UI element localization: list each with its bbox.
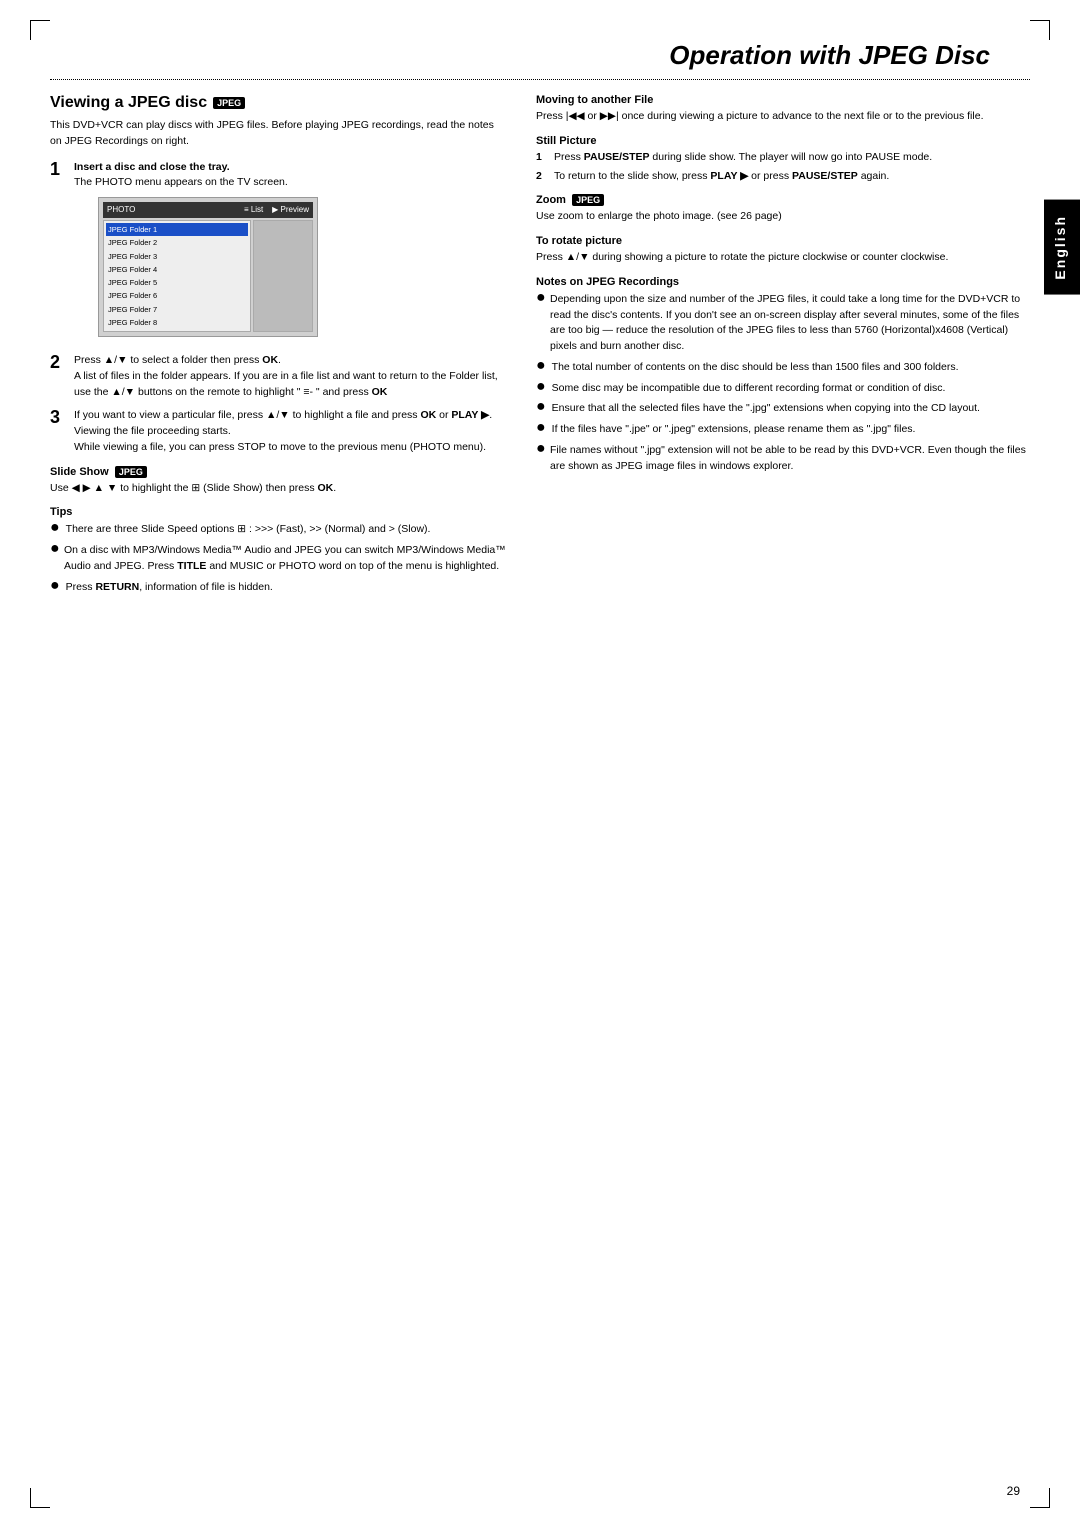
zoom-heading: Zoom JPEG — [536, 194, 1030, 206]
notes-item-6: ● File names without ".jpg" extension wi… — [536, 443, 1030, 475]
notes-item-5: ● If the files have ".jpe" or ".jpeg" ex… — [536, 422, 1030, 438]
menu-item-1: JPEG Folder 1 — [106, 223, 248, 236]
step-3: 3 If you want to view a particular file,… — [50, 408, 506, 455]
menu-header: PHOTO ≡ List ▶ Preview — [103, 202, 313, 218]
tips-item-1: ● There are three Slide Speed options ⊞ … — [50, 522, 506, 538]
still-picture-heading: Still Picture — [536, 135, 1030, 147]
step-2: 2 Press ▲/▼ to select a folder then pres… — [50, 353, 506, 400]
still-step-1-num: 1 — [536, 150, 548, 166]
notes-bullet-6: ● — [536, 441, 544, 475]
notes-heading: Notes on JPEG Recordings — [536, 276, 1030, 288]
notes-list: ● Depending upon the size and number of … — [536, 292, 1030, 475]
menu-header-left: PHOTO — [107, 204, 135, 216]
step-1-body: The PHOTO menu appears on the TV screen. — [74, 176, 288, 188]
notes-bullet-4: ● — [536, 399, 546, 417]
notes-item-2: ● The total number of contents on the di… — [536, 360, 1030, 376]
moving-file-heading: Moving to another File — [536, 94, 1030, 106]
tips-item-2: ● On a disc with MP3/Windows Media™ Audi… — [50, 543, 506, 575]
tips-item-3: ● Press RETURN, information of file is h… — [50, 580, 506, 596]
still-picture-list: 1 Press PAUSE/STEP during slide show. Th… — [536, 150, 1030, 185]
notes-item-3: ● Some disc may be incompatible due to d… — [536, 381, 1030, 397]
jpeg-badge-slideshow: JPEG — [115, 466, 147, 478]
page-number: 29 — [1007, 1484, 1020, 1498]
menu-header-tabs: ≡ List ▶ Preview — [244, 204, 309, 216]
notes-item-6-text: File names without ".jpg" extension will… — [550, 443, 1030, 475]
notes-item-5-text: If the files have ".jpe" or ".jpeg" exte… — [552, 422, 916, 438]
menu-item-5: JPEG Folder 5 — [106, 276, 248, 289]
notes-bullet-1: ● — [536, 290, 544, 355]
right-column: Moving to another File Press |◀◀ or ▶▶| … — [536, 94, 1030, 603]
page-title: Operation with JPEG Disc — [50, 40, 1030, 71]
notes-item-4-text: Ensure that all the selected files have … — [552, 401, 980, 417]
still-step-2: 2 To return to the slide show, press PLA… — [536, 169, 1030, 185]
step-2-content: Press ▲/▼ to select a folder then press … — [74, 353, 506, 400]
step-1: 1 Insert a disc and close the tray. The … — [50, 160, 506, 346]
tips-section: Tips ● There are three Slide Speed optio… — [50, 506, 506, 595]
section-title: Viewing a JPEG disc JPEG — [50, 94, 506, 112]
slide-show-heading: Slide Show JPEG — [50, 466, 506, 478]
notes-item-2-text: The total number of contents on the disc… — [552, 360, 959, 376]
tips-title: Tips — [50, 506, 506, 518]
section-intro: This DVD+VCR can play discs with JPEG fi… — [50, 118, 506, 150]
menu-columns: JPEG Folder 1 JPEG Folder 2 JPEG Folder … — [103, 220, 313, 332]
still-step-2-num: 2 — [536, 169, 548, 185]
tips-item-1-text: There are three Slide Speed options ⊞ : … — [66, 522, 431, 538]
menu-item-7: JPEG Folder 7 — [106, 303, 248, 316]
main-content: Viewing a JPEG disc JPEG This DVD+VCR ca… — [50, 94, 1030, 603]
menu-item-6: JPEG Folder 6 — [106, 289, 248, 302]
slide-show-body: Use ◀ ▶ ▲ ▼ to highlight the ⊞ (Slide Sh… — [50, 481, 506, 497]
zoom-body: Use zoom to enlarge the photo image. (se… — [536, 209, 1030, 225]
menu-item-8: JPEG Folder 8 — [106, 316, 248, 329]
bullet-icon-1: ● — [50, 520, 60, 538]
tips-item-3-text: Press RETURN, information of file is hid… — [66, 580, 273, 596]
page: English Operation with JPEG Disc Viewing… — [0, 0, 1080, 1528]
notes-item-3-text: Some disc may be incompatible due to dif… — [552, 381, 946, 397]
still-step-2-text: To return to the slide show, press PLAY … — [554, 169, 889, 185]
tips-item-2-text: On a disc with MP3/Windows Media™ Audio … — [64, 543, 506, 575]
corner-mark-bl — [30, 1488, 50, 1508]
rotate-body: Press ▲/▼ during showing a picture to ro… — [536, 250, 1030, 266]
zoom-title: Zoom — [536, 194, 566, 206]
still-step-1: 1 Press PAUSE/STEP during slide show. Th… — [536, 150, 1030, 166]
step-3-content: If you want to view a particular file, p… — [74, 408, 506, 455]
tips-list: ● There are three Slide Speed options ⊞ … — [50, 522, 506, 595]
menu-item-3: JPEG Folder 3 — [106, 250, 248, 263]
corner-mark-tl — [30, 20, 50, 40]
step-3-number: 3 — [50, 408, 66, 455]
notes-item-1-text: Depending upon the size and number of th… — [550, 292, 1030, 355]
notes-item-1: ● Depending upon the size and number of … — [536, 292, 1030, 355]
step-2-number: 2 — [50, 353, 66, 400]
still-step-1-text: Press PAUSE/STEP during slide show. The … — [554, 150, 932, 166]
step-1-content: Insert a disc and close the tray. The PH… — [74, 160, 506, 346]
notes-bullet-5: ● — [536, 420, 546, 438]
step-1-title: Insert a disc and close the tray. — [74, 161, 230, 173]
bullet-icon-3: ● — [50, 578, 60, 596]
left-column: Viewing a JPEG disc JPEG This DVD+VCR ca… — [50, 94, 506, 603]
menu-list: JPEG Folder 1 JPEG Folder 2 JPEG Folder … — [103, 220, 251, 332]
menu-preview — [253, 220, 313, 332]
notes-bullet-2: ● — [536, 358, 546, 376]
dotted-separator — [50, 79, 1030, 80]
jpeg-badge-zoom: JPEG — [572, 194, 604, 206]
corner-mark-tr — [1030, 20, 1050, 40]
corner-mark-br — [1030, 1488, 1050, 1508]
bullet-icon-2: ● — [50, 541, 58, 575]
menu-item-2: JPEG Folder 2 — [106, 236, 248, 249]
moving-file-body: Press |◀◀ or ▶▶| once during viewing a p… — [536, 109, 1030, 125]
notes-bullet-3: ● — [536, 379, 546, 397]
menu-screenshot: PHOTO ≡ List ▶ Preview JPEG Folder 1 JPE… — [98, 197, 318, 337]
slide-show-title: Slide Show — [50, 466, 109, 478]
notes-item-4: ● Ensure that all the selected files hav… — [536, 401, 1030, 417]
rotate-heading: To rotate picture — [536, 235, 1030, 247]
side-tab: English — [1044, 200, 1080, 295]
section-title-text: Viewing a JPEG disc — [50, 94, 207, 112]
jpeg-badge-title: JPEG — [213, 97, 245, 109]
menu-item-4: JPEG Folder 4 — [106, 263, 248, 276]
step-1-number: 1 — [50, 160, 66, 346]
